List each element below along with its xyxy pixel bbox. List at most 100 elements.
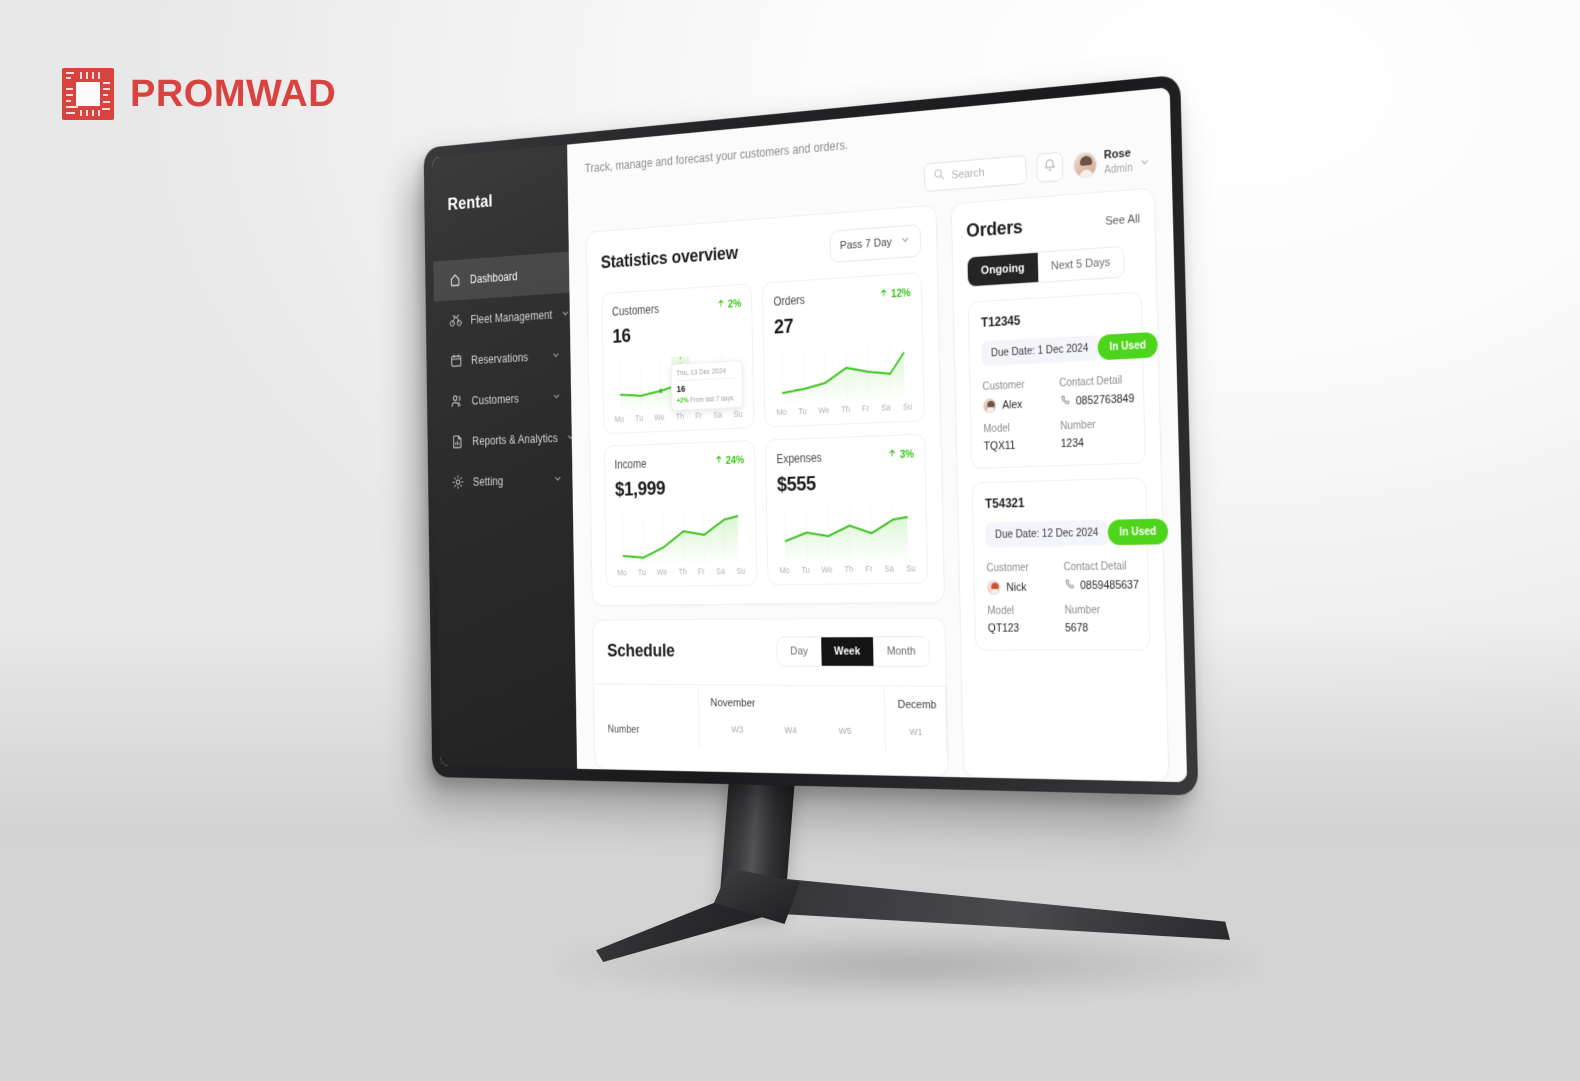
stat-value: 27 (773, 314, 794, 339)
stat-delta-value: 2% (727, 297, 742, 311)
field-label: Customer (986, 561, 1030, 575)
due-date-badge: Due Date: 1 Dec 2024 (981, 335, 1099, 367)
chevron-down-icon[interactable] (551, 350, 560, 361)
status-badge: In Used (1097, 331, 1159, 361)
chart-tooltip: Thu, 13 Dec 2024 16 +2% From last 7 days (670, 360, 743, 411)
schedule-calendar: Number November W3 W4 W5 Decemb W1 (594, 683, 948, 754)
stat-card-orders[interactable]: Orders 12% 27 Mo Tu We Th Fr Sa Su (762, 271, 926, 428)
statistics-header: Statistics overview Pass 7 Day (601, 224, 922, 279)
user-role: Admin (1103, 161, 1133, 177)
axis-tick: Fr (695, 410, 703, 421)
order-fields: Customer Alex Contact Detail 0852763849 … (982, 374, 1134, 453)
sidebar-item-label: Customers (471, 391, 519, 408)
order-card[interactable]: T54321 Due Date: 12 Dec 2024 In Used Cus… (971, 477, 1169, 651)
week-tick: W4 (784, 725, 797, 737)
field-label: Contact Detail (1059, 374, 1123, 390)
schedule-left-column: Number (594, 684, 700, 749)
sidebar-item-label: Reservations (470, 350, 529, 367)
field-customer: Customer Alex (982, 377, 1052, 414)
arrow-up-icon (717, 298, 726, 311)
stat-delta: 2% (717, 297, 741, 311)
tab-next-5-days[interactable]: Next 5 Days (1037, 247, 1124, 282)
field-label: Number (1060, 418, 1096, 433)
chevron-down-icon (901, 234, 911, 249)
avatar (982, 397, 998, 414)
sidebar-item-customers[interactable]: Customers (435, 375, 571, 422)
see-all-link[interactable]: See All (1105, 213, 1140, 228)
axis-tick: Fr (698, 566, 705, 577)
sidebar-item-setting[interactable]: Setting (436, 458, 573, 503)
axis-tick: Th (841, 404, 851, 415)
chevron-down-icon[interactable] (561, 308, 570, 319)
schedule-view-toggle: Day Week Month (776, 636, 931, 668)
right-column: Orders See All Ongoing Next 5 Days T1234… (951, 187, 1170, 782)
orders-tabs: Ongoing Next 5 Days (966, 245, 1126, 288)
monitor-mockup: Rental Dashboard Fleet Management Reserv… (0, 0, 1580, 1081)
circuit-chip-icon (62, 68, 114, 120)
axis-tick: Fr (862, 403, 870, 414)
sidebar-item-label: Reports & Analytics (472, 430, 558, 448)
chevron-down-icon[interactable] (552, 391, 561, 402)
tooltip-delta: +2% (676, 397, 689, 405)
field-value: QT123 (987, 622, 1020, 635)
schedule-view-month[interactable]: Month (873, 637, 930, 666)
week-tick: W3 (731, 724, 744, 736)
schedule-view-week[interactable]: Week (820, 637, 874, 666)
search-input[interactable]: Search (923, 154, 1027, 193)
date-range-value: Pass 7 Day (839, 236, 892, 253)
chevron-down-icon[interactable] (553, 473, 562, 484)
dashboard-content: Statistics overview Pass 7 Day Customers… (585, 187, 1170, 782)
stat-card-customers[interactable]: Customers 2% 16 Thu, 13 Dec 2024 16 +2% … (601, 283, 755, 435)
tab-ongoing[interactable]: Ongoing (967, 252, 1039, 287)
promwad-logo: PROMWAD (62, 68, 336, 120)
left-column: Statistics overview Pass 7 Day Customers… (585, 204, 950, 777)
week-tick: W5 (838, 725, 852, 738)
sparkline-x-axis: Mo Tu We Th Fr Sa Su (616, 566, 746, 578)
stat-label: Expenses (776, 450, 822, 467)
main-content: Track, manage and forecast your customer… (567, 87, 1188, 783)
axis-tick: Su (736, 565, 746, 576)
stat-value: $555 (776, 471, 817, 497)
field-label: Model (987, 604, 1015, 618)
field-model: Model TQX11 (983, 420, 1053, 453)
order-id: T54321 (985, 495, 1025, 512)
axis-tick: Mo (776, 406, 787, 418)
chevron-down-icon[interactable] (1139, 153, 1150, 166)
stat-delta: 12% (879, 286, 911, 301)
sparkline-orders: Mo Tu We Th Fr Sa Su (774, 342, 913, 417)
schedule-month-november: November W3 W4 W5 (698, 685, 887, 753)
stat-label: Orders (773, 292, 806, 309)
axis-tick: Sa (716, 566, 726, 577)
chevron-down-icon[interactable] (566, 432, 575, 443)
document-chart-icon (451, 433, 464, 450)
axis-tick: We (654, 412, 665, 423)
stat-card-grid: Customers 2% 16 Thu, 13 Dec 2024 16 +2% … (601, 271, 929, 588)
sidebar-item-reservations[interactable]: Reservations (434, 334, 570, 382)
sidebar-item-reports-analytics[interactable]: Reports & Analytics (436, 416, 572, 462)
order-card[interactable]: T12345 Due Date: 1 Dec 2024 In Used Cust… (967, 291, 1159, 469)
field-value: Nick (986, 579, 1057, 596)
field-number: Number 1234 (1060, 417, 1132, 451)
tooltip-note: +2% From last 7 days (676, 395, 737, 405)
screen: Rental Dashboard Fleet Management Reserv… (431, 87, 1188, 783)
schedule-view-day[interactable]: Day (777, 637, 822, 666)
date-range-select[interactable]: Pass 7 Day (829, 224, 922, 264)
axis-tick: Mo (617, 567, 627, 578)
tooltip-value: 16 (676, 383, 686, 396)
stat-delta-value: 12% (890, 286, 911, 300)
field-contact: Contact Detail (1059, 374, 1134, 411)
sidebar-item-label: Fleet Management (470, 307, 553, 327)
stat-card-income[interactable]: Income 24% $1,999 Mo Tu We Th Fr Sa Su (603, 440, 758, 588)
arrow-up-icon (879, 287, 888, 301)
promwad-wordmark: PROMWAD (130, 72, 337, 115)
customer-name: Nick (1006, 580, 1027, 594)
week-ticks: W3 W4 W5 (711, 724, 873, 737)
field-number: Number 5678 (1064, 603, 1136, 635)
axis-tick: Mo (614, 413, 625, 425)
user-profile-menu[interactable]: Rose Admin (1073, 145, 1150, 179)
stat-card-expenses[interactable]: Expenses 3% $555 Mo Tu We Th Fr Sa Su (764, 433, 929, 586)
notifications-button[interactable] (1036, 151, 1064, 184)
axis-tick: Tu (637, 567, 646, 578)
field-value: 0859485637 (1064, 578, 1139, 594)
axis-tick: Su (906, 563, 916, 574)
